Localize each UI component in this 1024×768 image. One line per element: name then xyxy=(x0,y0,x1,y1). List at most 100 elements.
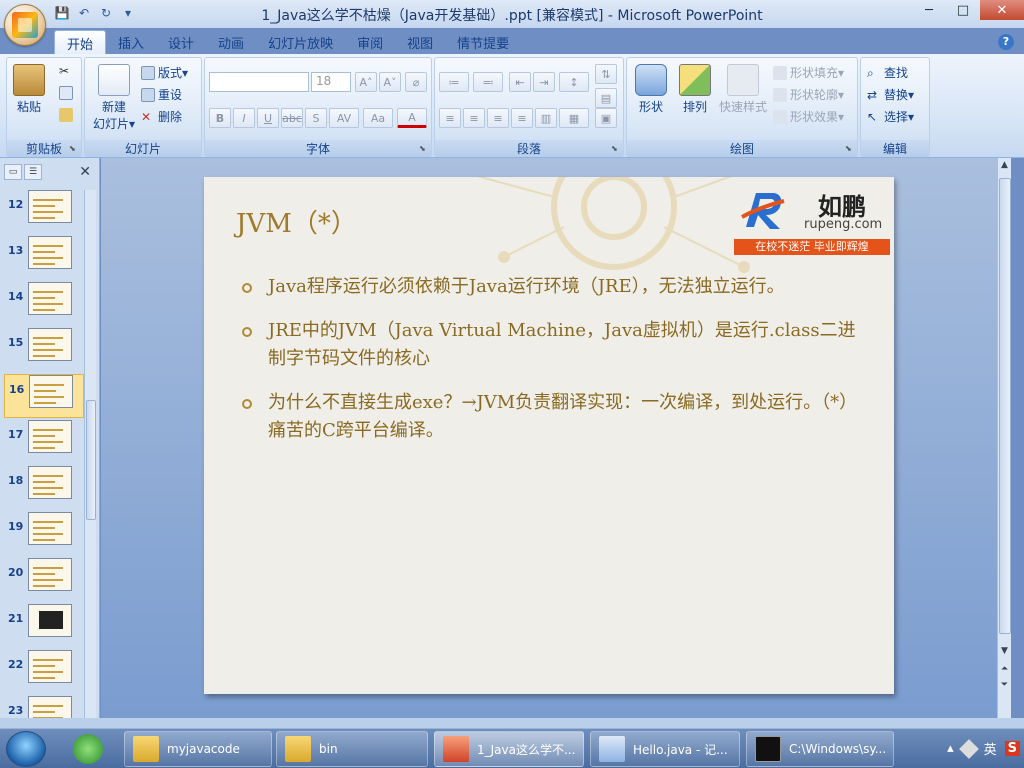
maximize-button[interactable]: □ xyxy=(946,0,980,20)
find-button[interactable]: ⌕ 查找 xyxy=(867,64,908,81)
slide-thumbnail-13[interactable]: 13 xyxy=(4,236,84,280)
strikethrough-button[interactable]: abc xyxy=(281,108,303,128)
slide-thumbnail-16[interactable]: 16 xyxy=(4,374,84,418)
taskbar-item-myjavacode[interactable]: myjavacode xyxy=(124,731,272,767)
format-painter-button[interactable] xyxy=(59,108,73,122)
new-slide-button[interactable]: 新建 幻灯片▾ xyxy=(91,64,137,132)
slide-thumbnail-19[interactable]: 19 xyxy=(4,512,84,556)
tab-review[interactable]: 审阅 xyxy=(345,30,395,54)
align-center-button[interactable]: ≡ xyxy=(463,108,485,128)
shadow-button[interactable]: S xyxy=(305,108,327,128)
bullet-item[interactable]: 为什么不直接生成exe？→JVM负责翻译实现：一次编译，到处运行。（*）痛苦的C… xyxy=(242,389,862,445)
sogou-ime-icon[interactable]: S xyxy=(1004,741,1020,756)
align-text-button[interactable]: ▤ xyxy=(595,88,617,108)
ime-language-indicator[interactable]: 英 xyxy=(984,739,997,758)
char-spacing-button[interactable]: AV xyxy=(329,108,359,128)
slide-thumbnail-14[interactable]: 14 xyxy=(4,282,84,326)
tab-storyboarding[interactable]: 情节提要 xyxy=(445,30,521,54)
scroll-up-icon[interactable]: ▲ xyxy=(998,160,1011,174)
bullets-button[interactable]: ≔ xyxy=(439,72,469,92)
distribute-button[interactable]: ▥ xyxy=(535,108,557,128)
clear-format-button[interactable]: ⌀ xyxy=(405,72,427,92)
tab-insert[interactable]: 插入 xyxy=(106,30,156,54)
scrollbar-thumb[interactable] xyxy=(999,178,1011,634)
font-color-button[interactable]: A xyxy=(397,108,427,128)
columns-button[interactable]: ▦ xyxy=(559,108,589,128)
slide-thumbnail-21[interactable]: 21 xyxy=(4,604,84,648)
decrease-indent-button[interactable]: ⇤ xyxy=(509,72,531,92)
align-left-button[interactable]: ≡ xyxy=(439,108,461,128)
minimize-button[interactable]: ─ xyxy=(912,0,946,20)
dialog-launcher-icon[interactable]: ⬊ xyxy=(419,144,429,154)
slide-thumbnail-15[interactable]: 15 xyxy=(4,328,84,372)
font-size-combo[interactable]: 18 xyxy=(311,72,351,92)
text-direction-button[interactable]: ⇅ xyxy=(595,64,617,84)
show-hidden-icons[interactable]: ▴ xyxy=(947,741,954,756)
reset-button[interactable]: 重设 xyxy=(141,86,182,103)
slide-canvas[interactable]: JVM（*） 如鹏 rupeng.com 在校不迷茫 毕业即辉煌 Java程序运… xyxy=(204,177,894,694)
shrink-font-button[interactable]: A˅ xyxy=(379,72,401,92)
change-case-button[interactable]: Aa xyxy=(363,108,393,128)
increase-indent-button[interactable]: ⇥ xyxy=(533,72,555,92)
slide-thumbnail-20[interactable]: 20 xyxy=(4,558,84,602)
ie-icon[interactable] xyxy=(66,732,110,766)
font-name-combo[interactable] xyxy=(209,72,309,92)
dialog-launcher-icon[interactable]: ⬊ xyxy=(845,144,855,154)
tab-animations[interactable]: 动画 xyxy=(206,30,256,54)
delete-slide-button[interactable]: ✕ 删除 xyxy=(141,108,182,125)
shape-fill-button[interactable]: 形状填充▾ xyxy=(773,64,844,81)
select-button[interactable]: ↖ 选择▾ xyxy=(867,108,914,125)
tab-view[interactable]: 视图 xyxy=(395,30,445,54)
close-pane-icon[interactable]: ✕ xyxy=(79,164,91,180)
editor-scrollbar[interactable]: ▲ ▼ ⏶ ⏷ xyxy=(997,158,1011,718)
numbering-button[interactable]: ≕ xyxy=(473,72,503,92)
prev-slide-icon[interactable]: ⏶ xyxy=(998,664,1011,678)
slide-thumbnail-22[interactable]: 22 xyxy=(4,650,84,694)
bullet-list[interactable]: Java程序运行必须依赖于Java运行环境（JRE），无法独立运行。 JRE中的… xyxy=(242,273,862,461)
shape-effects-button[interactable]: 形状效果▾ xyxy=(773,108,844,125)
help-icon[interactable]: ? xyxy=(998,34,1014,50)
cut-button[interactable]: ✂ xyxy=(59,64,73,78)
slide-title[interactable]: JVM（*） xyxy=(236,203,357,240)
office-button[interactable] xyxy=(4,4,46,46)
taskbar-item-cmd[interactable]: C:\Windows\sy... xyxy=(746,731,894,767)
bullet-item[interactable]: JRE中的JVM（Java Virtual Machine，Java虚拟机）是运… xyxy=(242,317,862,373)
scrollbar-thumb[interactable] xyxy=(86,400,96,520)
layout-button[interactable]: 版式▾ xyxy=(141,64,188,81)
align-right-button[interactable]: ≡ xyxy=(487,108,509,128)
smartart-button[interactable]: ▣ xyxy=(595,108,617,128)
slides-pane-scrollbar[interactable] xyxy=(84,190,96,718)
paste-button[interactable]: 粘贴 xyxy=(13,64,45,115)
tab-home[interactable]: 开始 xyxy=(54,30,107,54)
italic-button[interactable]: I xyxy=(233,108,255,128)
slide-thumbnail-17[interactable]: 17 xyxy=(4,420,84,464)
slides-tab[interactable]: ▭ xyxy=(4,164,22,180)
bullet-item[interactable]: Java程序运行必须依赖于Java运行环境（JRE），无法独立运行。 xyxy=(242,273,862,301)
close-button[interactable]: ✕ xyxy=(980,0,1024,20)
slide-thumbnail-12[interactable]: 12 xyxy=(4,190,84,234)
tab-slideshow[interactable]: 幻灯片放映 xyxy=(256,30,345,54)
slide-thumbnail-18[interactable]: 18 xyxy=(4,466,84,510)
replace-button[interactable]: ⇄ 替换▾ xyxy=(867,86,914,103)
dialog-launcher-icon[interactable]: ⬊ xyxy=(69,144,79,154)
copy-button[interactable] xyxy=(59,86,73,100)
shapes-button[interactable]: 形状 xyxy=(635,64,667,115)
taskbar-item-bin[interactable]: bin xyxy=(276,731,428,767)
shape-outline-button[interactable]: 形状轮廓▾ xyxy=(773,86,844,103)
grow-font-button[interactable]: A˄ xyxy=(355,72,377,92)
network-icon[interactable] xyxy=(958,738,979,759)
dialog-launcher-icon[interactable]: ⬊ xyxy=(611,144,621,154)
line-spacing-button[interactable]: ↕ xyxy=(559,72,589,92)
taskbar-item-powerpoint[interactable]: 1_Java这么学不... xyxy=(434,731,584,767)
taskbar-item-notepad[interactable]: Hello.java - 记... xyxy=(590,731,740,767)
justify-button[interactable]: ≡ xyxy=(511,108,533,128)
underline-button[interactable]: U xyxy=(257,108,279,128)
bold-button[interactable]: B xyxy=(209,108,231,128)
next-slide-icon[interactable]: ⏷ xyxy=(998,680,1011,694)
quick-styles-button[interactable]: 快速样式 xyxy=(719,64,767,115)
tab-design[interactable]: 设计 xyxy=(156,30,206,54)
outline-tab[interactable]: ☰ xyxy=(24,164,42,180)
arrange-button[interactable]: 排列 xyxy=(679,64,711,115)
scroll-down-icon[interactable]: ▼ xyxy=(998,646,1011,660)
start-button[interactable] xyxy=(6,731,46,767)
